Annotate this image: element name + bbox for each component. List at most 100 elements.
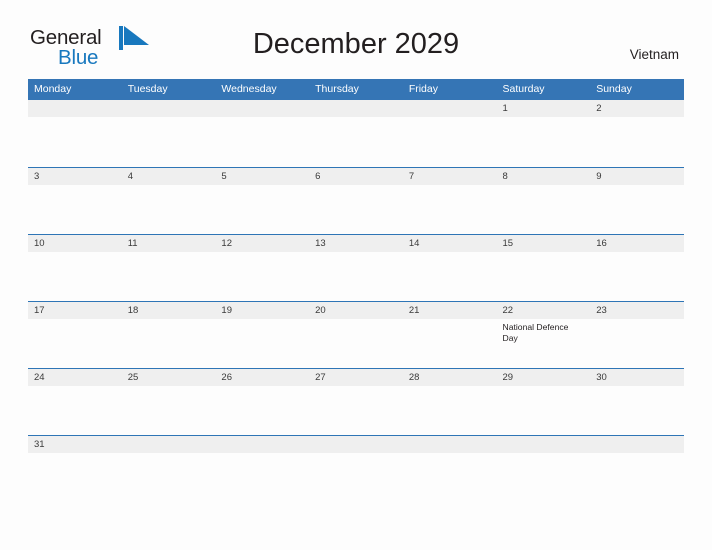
day-cell[interactable] bbox=[28, 100, 122, 167]
day-cell[interactable]: 20 bbox=[309, 300, 403, 368]
day-cell[interactable]: 26 bbox=[215, 367, 310, 435]
day-cell[interactable]: 19 bbox=[215, 300, 310, 368]
day-number: 24 bbox=[28, 368, 122, 386]
day-number bbox=[496, 435, 591, 453]
calendar-week-row: 24 25 26 27 28 29 30 bbox=[28, 367, 684, 435]
page-header: General Blue December 2029 Vietnam bbox=[0, 0, 712, 68]
day-cell[interactable]: 17 bbox=[28, 300, 122, 368]
day-number: 25 bbox=[121, 368, 216, 386]
weekday-header-saturday: Saturday bbox=[496, 79, 591, 100]
day-number: 30 bbox=[590, 368, 684, 386]
day-number: 17 bbox=[28, 301, 122, 319]
day-cell[interactable]: 28 bbox=[402, 367, 497, 435]
weekday-header-thursday: Thursday bbox=[309, 79, 403, 100]
day-cell[interactable]: 9 bbox=[590, 166, 684, 234]
day-cell[interactable]: 4 bbox=[121, 166, 216, 234]
day-number bbox=[402, 100, 497, 117]
day-cell[interactable] bbox=[121, 434, 216, 502]
day-cell[interactable]: 31 bbox=[28, 434, 122, 502]
day-number: 9 bbox=[590, 167, 684, 185]
calendar-header-row: Monday Tuesday Wednesday Thursday Friday… bbox=[28, 79, 684, 100]
page-title: December 2029 bbox=[252, 28, 460, 60]
day-cell[interactable]: 25 bbox=[121, 367, 216, 435]
day-cell[interactable]: 30 bbox=[590, 367, 684, 435]
day-cell[interactable]: 14 bbox=[402, 233, 497, 301]
calendar-week-row: 3 4 5 6 7 8 9 bbox=[28, 166, 684, 234]
day-number bbox=[121, 100, 216, 117]
calendar-week-row: 1 2 bbox=[28, 100, 684, 167]
day-number: 19 bbox=[215, 301, 310, 319]
day-cell[interactable] bbox=[121, 100, 216, 167]
day-cell[interactable] bbox=[215, 434, 310, 502]
day-cell[interactable] bbox=[215, 100, 310, 167]
day-cell[interactable]: 24 bbox=[28, 367, 122, 435]
day-number: 26 bbox=[215, 368, 310, 386]
day-cell[interactable] bbox=[496, 434, 591, 502]
country-label: Vietnam bbox=[629, 47, 679, 62]
day-number: 14 bbox=[402, 234, 497, 252]
day-number: 12 bbox=[215, 234, 310, 252]
weekday-header-sunday: Sunday bbox=[590, 79, 684, 100]
calendar-week-row: 31 bbox=[28, 434, 684, 502]
day-number: 8 bbox=[496, 167, 591, 185]
weekday-header-friday: Friday bbox=[402, 79, 497, 100]
day-cell[interactable]: 2 bbox=[590, 100, 684, 167]
day-cell-holiday[interactable]: 22 National Defence Day bbox=[496, 300, 591, 368]
day-cell[interactable]: 21 bbox=[402, 300, 497, 368]
day-number bbox=[121, 435, 216, 453]
day-cell[interactable]: 13 bbox=[309, 233, 403, 301]
day-number bbox=[309, 435, 403, 453]
day-cell[interactable]: 18 bbox=[121, 300, 216, 368]
day-number: 11 bbox=[121, 234, 216, 252]
calendar-body: 1 2 3 4 5 6 7 8 9 10 11 12 13 14 15 16 1… bbox=[28, 100, 684, 502]
day-cell[interactable]: 15 bbox=[496, 233, 591, 301]
day-number bbox=[590, 435, 684, 453]
day-cell[interactable]: 23 bbox=[590, 300, 684, 368]
day-number: 31 bbox=[28, 435, 122, 453]
day-number: 27 bbox=[309, 368, 403, 386]
day-cell[interactable]: 3 bbox=[28, 166, 122, 234]
day-number: 5 bbox=[215, 167, 310, 185]
day-number: 18 bbox=[121, 301, 216, 319]
day-cell[interactable]: 7 bbox=[402, 166, 497, 234]
day-number: 7 bbox=[402, 167, 497, 185]
day-number: 4 bbox=[121, 167, 216, 185]
day-cell[interactable]: 11 bbox=[121, 233, 216, 301]
day-number: 22 bbox=[496, 301, 591, 319]
weekday-header-tuesday: Tuesday bbox=[121, 79, 216, 100]
day-number: 10 bbox=[28, 234, 122, 252]
day-number bbox=[215, 100, 310, 117]
day-cell[interactable]: 5 bbox=[215, 166, 310, 234]
day-cell[interactable]: 12 bbox=[215, 233, 310, 301]
day-number: 13 bbox=[309, 234, 403, 252]
day-number: 1 bbox=[496, 100, 591, 117]
day-cell[interactable] bbox=[402, 100, 497, 167]
day-number: 6 bbox=[309, 167, 403, 185]
day-number bbox=[402, 435, 497, 453]
day-number: 23 bbox=[590, 301, 684, 319]
calendar-table: Monday Tuesday Wednesday Thursday Friday… bbox=[28, 79, 684, 502]
day-cell[interactable] bbox=[309, 434, 403, 502]
day-cell[interactable] bbox=[590, 434, 684, 502]
day-cell[interactable]: 27 bbox=[309, 367, 403, 435]
day-number: 21 bbox=[402, 301, 497, 319]
day-number: 2 bbox=[590, 100, 684, 117]
day-cell[interactable] bbox=[402, 434, 497, 502]
day-number bbox=[28, 100, 122, 117]
day-cell[interactable]: 6 bbox=[309, 166, 403, 234]
day-cell[interactable]: 16 bbox=[590, 233, 684, 301]
day-cell[interactable] bbox=[309, 100, 403, 167]
weekday-header-wednesday: Wednesday bbox=[215, 79, 310, 100]
day-number: 16 bbox=[590, 234, 684, 252]
day-number: 3 bbox=[28, 167, 122, 185]
day-cell[interactable]: 10 bbox=[28, 233, 122, 301]
weekday-header-monday: Monday bbox=[28, 79, 122, 100]
day-cell[interactable]: 29 bbox=[496, 367, 591, 435]
day-cell[interactable]: 8 bbox=[496, 166, 591, 234]
day-cell[interactable]: 1 bbox=[496, 100, 591, 167]
day-event: National Defence Day bbox=[502, 321, 569, 344]
day-number: 20 bbox=[309, 301, 403, 319]
day-number bbox=[215, 435, 310, 453]
calendar-page: General Blue December 2029 Vietnam Monda… bbox=[0, 0, 712, 550]
day-number: 15 bbox=[496, 234, 591, 252]
